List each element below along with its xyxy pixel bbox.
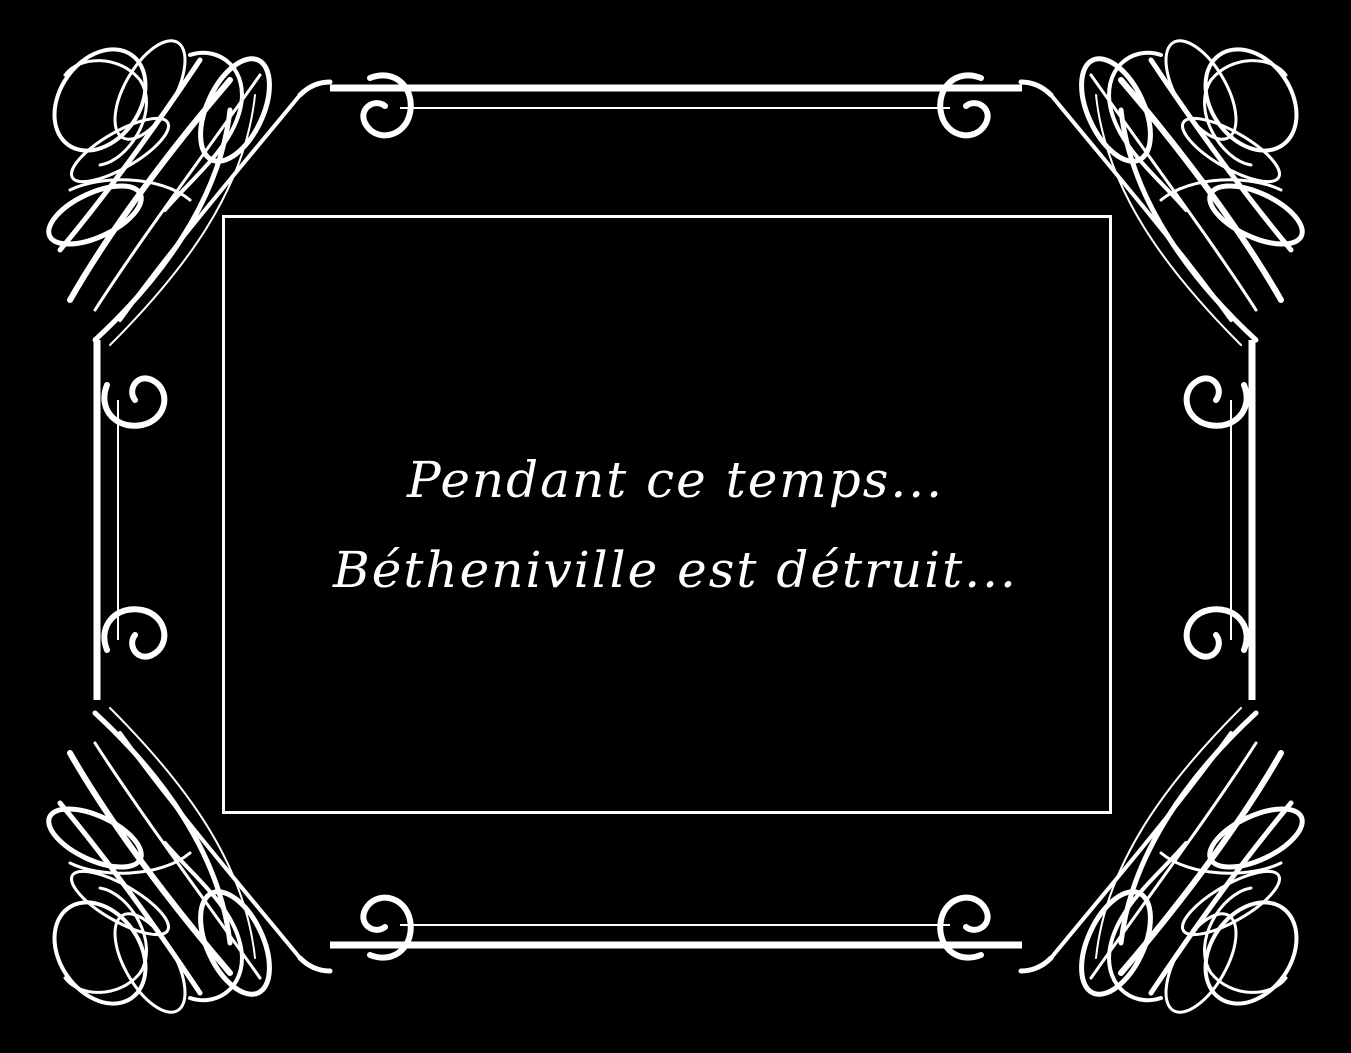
intertitle-line-2: Bétheniville est détruit...: [333, 541, 1018, 599]
curl-right-top: [1187, 378, 1247, 425]
curl-left-top: [104, 378, 164, 425]
curl-left-bottom: [104, 609, 164, 656]
curl-top-left: [363, 75, 410, 135]
curl-bottom-left: [363, 898, 410, 958]
curl-right-bottom: [1187, 609, 1247, 656]
curl-top-right: [940, 75, 987, 135]
intertitle-line-1: Pendant ce temps...: [406, 451, 945, 509]
silent-film-title-card: Pendant ce temps... Bétheniville est dét…: [0, 0, 1351, 1053]
curl-bottom-right: [940, 898, 987, 958]
intertitle-text: Pendant ce temps... Bétheniville est dét…: [222, 435, 1129, 615]
